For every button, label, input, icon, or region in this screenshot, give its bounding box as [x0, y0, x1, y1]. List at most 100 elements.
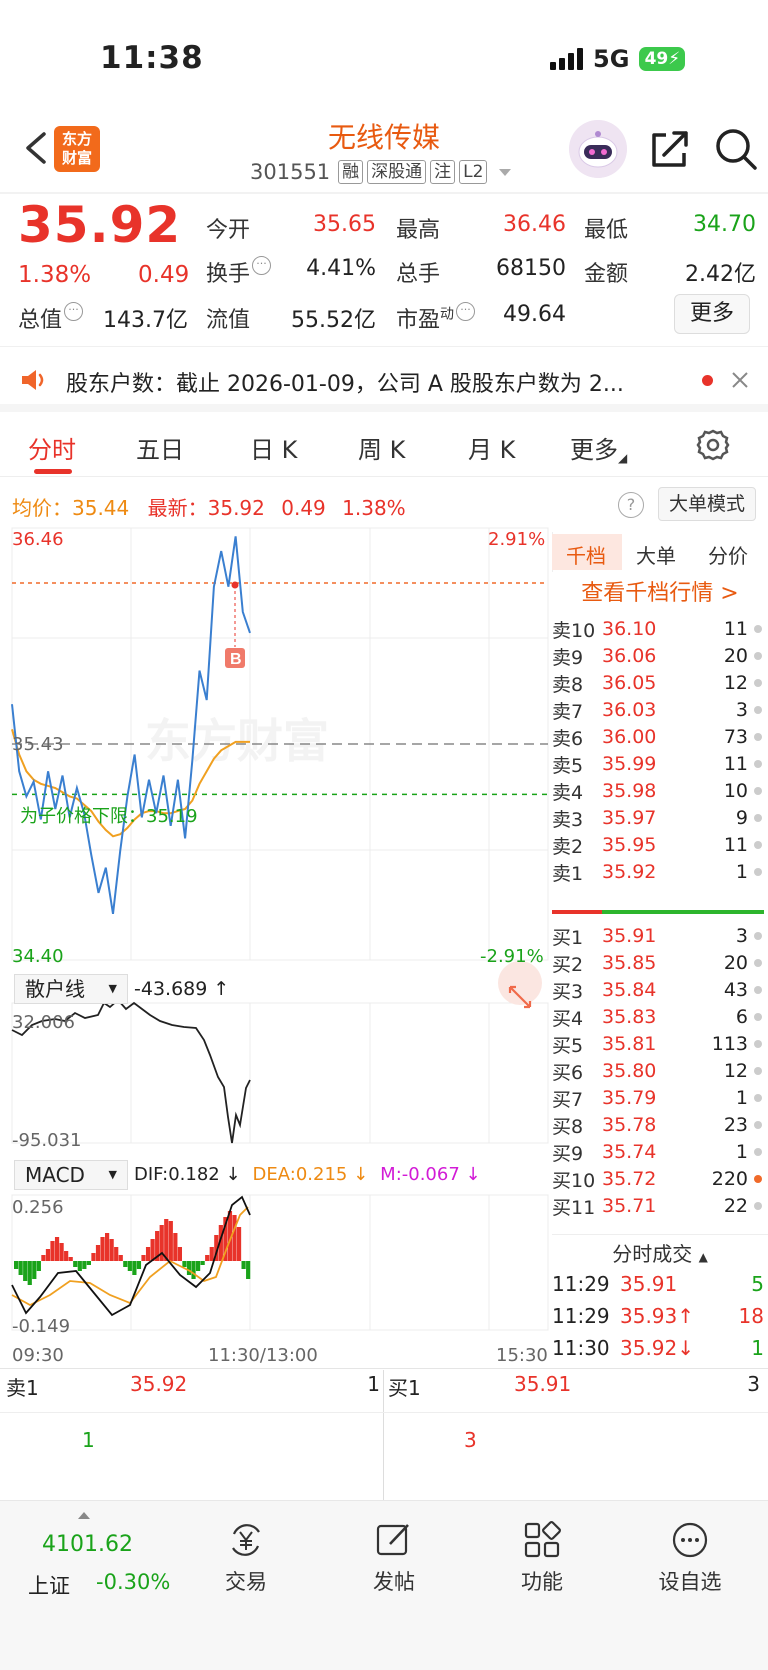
close-icon[interactable]: [730, 370, 750, 390]
macd-bar: [73, 1261, 78, 1267]
big-order-mode-button[interactable]: 大单模式: [658, 487, 756, 521]
pe-label: 市盈动 ···: [396, 302, 476, 334]
news-text[interactable]: 股东户数：截止 2026-01-09，公司 A 股股东户数为 2...: [66, 366, 676, 398]
trades-title[interactable]: 分时成交 ▲: [552, 1238, 768, 1267]
help-icon[interactable]: ?: [618, 492, 644, 518]
bid-row[interactable]: 买11 35.71 22: [552, 1193, 764, 1219]
macd-bar: [36, 1261, 41, 1271]
macd-bar: [173, 1233, 178, 1261]
bottom-ask-vol: 1: [367, 1372, 380, 1396]
info-icon[interactable]: ···: [64, 302, 84, 321]
edit-icon: [376, 1524, 409, 1556]
triangle-up-icon[interactable]: [78, 1512, 90, 1519]
macd-bar: [95, 1245, 101, 1261]
bid-level: 买7: [552, 1088, 584, 1111]
change-pct: 1.38%: [18, 262, 92, 288]
retail-value: -43.689 ↑: [134, 978, 230, 1000]
order-dot-icon: [754, 814, 762, 822]
tab-daily-k[interactable]: 日 K: [250, 430, 297, 465]
stock-code-row[interactable]: 301551 融 深股通 注 L2: [250, 160, 512, 184]
bid-row[interactable]: 买3 35.84 43: [552, 977, 764, 1003]
stock-code: 301551: [250, 160, 331, 184]
pct-axis-bottom: -2.91%: [480, 946, 544, 967]
ask-price: 36.03: [602, 699, 657, 721]
trade-volume: 5: [751, 1272, 764, 1296]
nav-watchlist-label: 设自选: [658, 1570, 722, 1594]
retail-axis-bottom: -95.031: [12, 1130, 82, 1151]
ask-row[interactable]: 卖6 36.00 73: [552, 724, 764, 750]
ask-row[interactable]: 卖9 36.06 20: [552, 643, 764, 669]
order-dot-icon: [754, 841, 762, 849]
bottom-ask-label: 卖1: [6, 1376, 39, 1400]
nav-functions-label: 功能: [521, 1570, 563, 1594]
tab-five-day[interactable]: 五日: [136, 430, 184, 465]
bid-volume: 23: [723, 1114, 748, 1136]
time-axis-mid: 11:30/13:00: [208, 1345, 318, 1366]
info-icon[interactable]: ···: [252, 256, 272, 275]
macd-bar: [86, 1261, 91, 1265]
ask-row[interactable]: 卖5 35.99 11: [552, 751, 764, 777]
bid-volume: 22: [723, 1195, 748, 1217]
bid-row[interactable]: 买8 35.78 23: [552, 1112, 764, 1138]
index-name[interactable]: 上证: [28, 1570, 70, 1600]
search-icon[interactable]: [712, 125, 760, 173]
bid-row[interactable]: 买5 35.81 113: [552, 1031, 764, 1057]
tab-monthly-k[interactable]: 月 K: [468, 430, 515, 465]
tab-more[interactable]: 更多◢: [570, 430, 627, 465]
retail-indicator-select[interactable]: 散户线 ▼: [14, 974, 128, 1004]
macd-bar: [136, 1261, 142, 1269]
nav-functions[interactable]: 功能: [492, 1520, 592, 1596]
nav-watchlist[interactable]: 设自选: [640, 1520, 740, 1596]
order-dot-icon: [754, 959, 762, 967]
index-change[interactable]: -0.30%: [96, 1570, 170, 1594]
bid-row[interactable]: 买7 35.79 1: [552, 1085, 764, 1111]
bid-row[interactable]: 买1 35.91 3: [552, 923, 764, 949]
robot-assistant-icon[interactable]: [569, 120, 627, 178]
ask-row[interactable]: 卖2 35.95 11: [552, 832, 764, 858]
gear-icon[interactable]: [696, 428, 730, 462]
bid-price: 35.72: [602, 1168, 657, 1190]
tab-depth[interactable]: 千档: [566, 540, 606, 569]
nav-trade[interactable]: 交易: [196, 1520, 296, 1596]
tab-price-dist[interactable]: 分价: [708, 540, 748, 569]
m-value: M:-0.067 ↓: [380, 1164, 481, 1185]
macd-histogram: [14, 1211, 251, 1285]
ask-row[interactable]: 卖3 35.97 9: [552, 805, 764, 831]
bid-row[interactable]: 买9 35.74 1: [552, 1139, 764, 1165]
change-amount: 0.49: [138, 262, 190, 288]
ask-row[interactable]: 卖7 36.03 3: [552, 697, 764, 723]
ask-row[interactable]: 卖1 35.92 1: [552, 859, 764, 885]
bid-row[interactable]: 买2 35.85 20: [552, 950, 764, 976]
bid-price: 35.91: [602, 925, 657, 947]
index-value[interactable]: 4101.62: [42, 1532, 133, 1557]
status-time: 11:38: [100, 40, 204, 76]
macd-indicator-select[interactable]: MACD ▼: [14, 1160, 128, 1190]
macd-bar: [232, 1215, 237, 1261]
bid-price: 35.78: [602, 1114, 657, 1136]
market-cap-value: 143.7亿: [103, 308, 188, 333]
order-dot-icon: [754, 1067, 762, 1075]
trade-time: 11:29: [552, 1304, 610, 1328]
signal-icon: [550, 48, 583, 70]
info-icon[interactable]: ···: [456, 302, 476, 321]
share-icon[interactable]: [646, 125, 694, 173]
ask-row[interactable]: 卖10 36.10 11: [552, 616, 764, 642]
triangle-down-icon: ◢: [618, 451, 628, 465]
intraday-chart[interactable]: 东方财富 B: [0, 525, 552, 1375]
bid-row[interactable]: 买6 35.80 12: [552, 1058, 764, 1084]
latest-change: 0.49: [281, 496, 326, 520]
tab-big-order[interactable]: 大单: [636, 540, 676, 569]
nav-post[interactable]: 发帖: [344, 1520, 444, 1596]
trade-time: 11:29: [552, 1272, 610, 1296]
bid-level: 买5: [552, 1034, 584, 1057]
bid-row[interactable]: 买10 35.72 220: [552, 1166, 764, 1192]
more-quote-button[interactable]: 更多: [674, 294, 750, 334]
view-depth-link[interactable]: 查看千档行情 >: [552, 576, 768, 612]
tab-weekly-k[interactable]: 周 K: [358, 430, 405, 465]
ask-row[interactable]: 卖8 36.05 12: [552, 670, 764, 696]
bid-row[interactable]: 买4 35.83 6: [552, 1004, 764, 1030]
ask-row[interactable]: 卖4 35.98 10: [552, 778, 764, 804]
tab-intraday[interactable]: 分时: [28, 430, 76, 465]
time-axis-start: 09:30: [12, 1345, 64, 1366]
bottom-quote-divider: [0, 1368, 768, 1369]
